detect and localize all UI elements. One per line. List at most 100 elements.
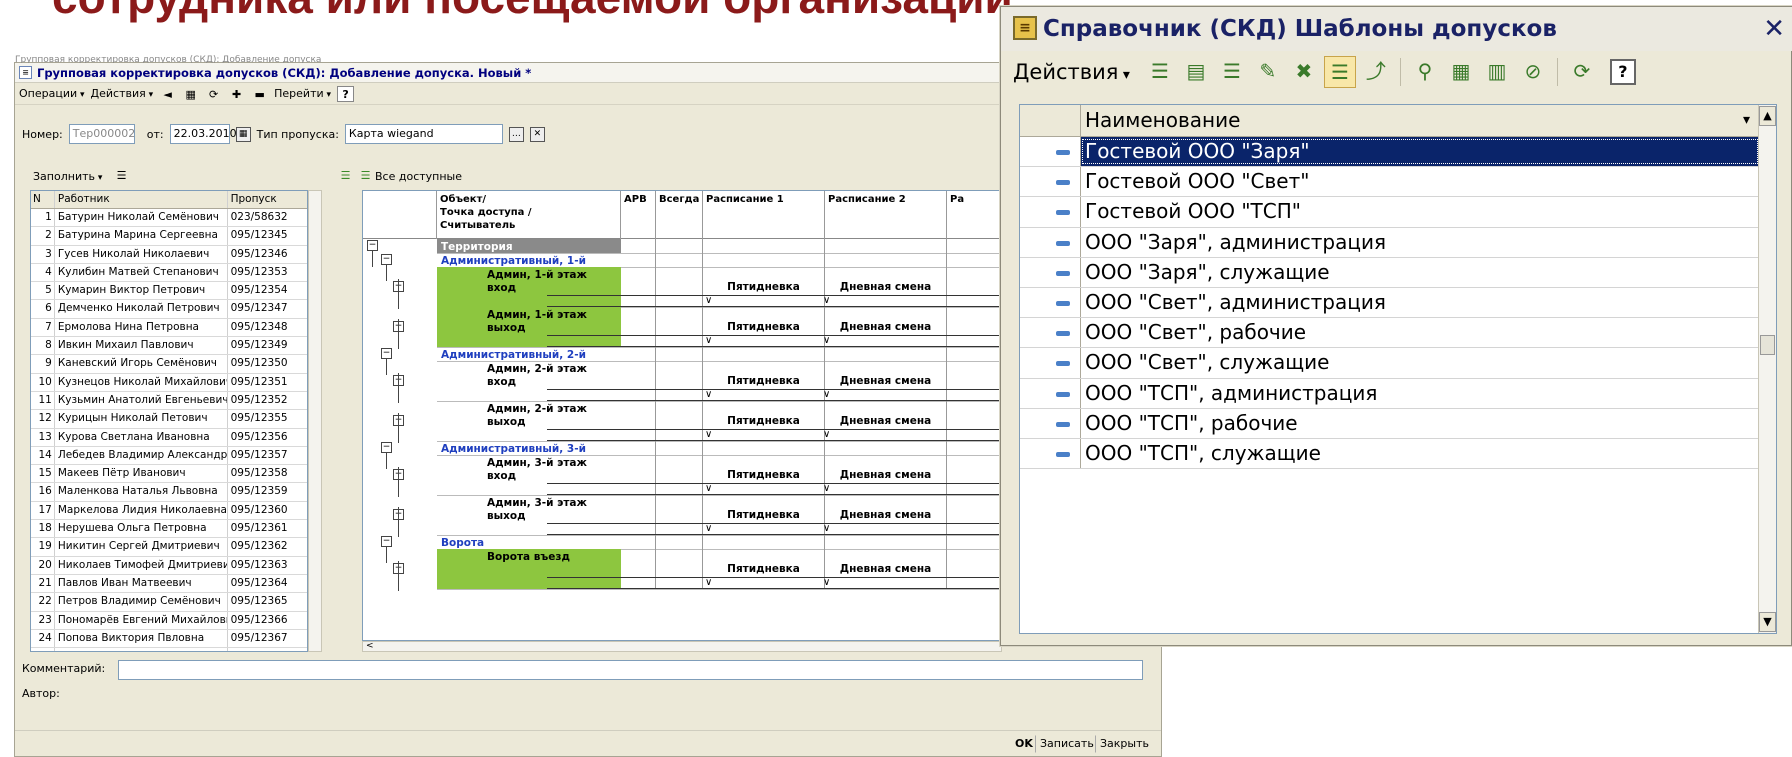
tree-toggle-icon[interactable]: − <box>367 240 378 251</box>
expand-all-icon[interactable]: ☰ <box>357 167 374 183</box>
employee-row[interactable]: 2 Батурина Марина Сергеевна 095/12345 <box>31 227 307 246</box>
access-cell[interactable] <box>703 239 825 253</box>
access-cell[interactable] <box>703 535 825 549</box>
access-row[interactable]: Административный, 2-й <box>437 347 1001 361</box>
col-employee-header[interactable]: Работник <box>55 191 228 208</box>
col-name-header[interactable]: Наименование <box>1080 105 1760 137</box>
filter-by-value-icon[interactable]: ▦ <box>1445 56 1477 88</box>
calendar-icon[interactable]: ▦ <box>235 126 251 142</box>
schedule-subrow[interactable]: ∨ ∨ <box>547 335 1001 347</box>
template-row[interactable]: ООО "ТСП", администрация <box>1020 378 1760 409</box>
col-n-header[interactable]: N <box>31 191 55 208</box>
template-row[interactable]: Гостевой ООО "Заря" <box>1020 137 1760 168</box>
schedule-subrow[interactable]: ∨ ∨ <box>547 483 1001 495</box>
template-row[interactable]: ООО "ТСП", служащие <box>1020 439 1760 470</box>
access-cell[interactable] <box>947 441 1001 455</box>
employees-scrollbar[interactable] <box>308 190 322 652</box>
delete-icon[interactable]: ✖ <box>1288 56 1320 88</box>
template-row[interactable]: ООО "ТСП", рабочие <box>1020 408 1760 439</box>
access-cell[interactable] <box>621 535 656 549</box>
schedule-subrow[interactable]: ∨ ∨ <box>547 577 1001 589</box>
employee-row[interactable]: 10 Кузнецов Николай Михайлович 095/12351 <box>31 373 307 392</box>
help-icon[interactable]: ? <box>337 85 355 102</box>
employee-row[interactable]: 4 Кулибин Матвей Степанович 095/12353 <box>31 263 307 283</box>
employee-row[interactable]: 18 Нерушева Ольга Петровна 095/12361 <box>31 520 307 539</box>
level-up-icon[interactable]: ⤴ <box>1360 56 1392 88</box>
employee-row[interactable]: 13 Курова Светлана Ивановна 095/12356 <box>31 428 307 447</box>
tree-toggle-icon[interactable]: − <box>381 348 392 359</box>
unpost-icon[interactable]: ▬ <box>251 86 268 102</box>
employee-row[interactable]: 24 Попова Виктория Пвловна 095/12367 <box>31 629 307 649</box>
filter-icon[interactable]: ⚲ <box>1409 56 1441 88</box>
employee-row[interactable]: 17 Маркелова Лидия Николаевна 095/12360 <box>31 501 307 521</box>
col-schedule1-header[interactable]: Расписание 1 <box>703 191 825 239</box>
dropdown-arrow-icon[interactable]: ∨ <box>823 429 830 440</box>
employee-row[interactable]: 6 Демченко Николай Петрович 095/12347 <box>31 300 307 319</box>
dropdown-arrow-icon[interactable]: ∨ <box>823 483 830 494</box>
refresh-icon[interactable]: ⟳ <box>1566 56 1598 88</box>
template-row[interactable]: Гостевой ООО "Свет" <box>1020 167 1760 198</box>
access-cell[interactable] <box>621 347 656 361</box>
number-field[interactable]: Теp000002 <box>68 124 135 144</box>
template-row[interactable]: ООО "Заря", служащие <box>1020 257 1760 288</box>
employee-row[interactable]: 5 Кумарин Виктор Петрович 095/12354 <box>31 282 307 301</box>
col-apb-header[interactable]: АРВ <box>621 191 656 239</box>
template-row[interactable]: ООО "Свет", администрация <box>1020 288 1760 319</box>
employee-row[interactable]: 12 Курицын Николай Петович 095/12355 <box>31 410 307 429</box>
dropdown-arrow-icon[interactable]: ∨ <box>823 295 830 306</box>
comment-field[interactable] <box>118 660 1143 680</box>
scroll-thumb[interactable] <box>1760 335 1775 355</box>
employee-row[interactable]: 11 Кузьмин Анатолий Евгеньевич 095/12352 <box>31 391 307 411</box>
dropdown-arrow-icon[interactable]: ∨ <box>823 577 830 588</box>
access-cell[interactable] <box>656 441 703 455</box>
employee-row[interactable]: 1 Батурин Николай Семёнович 023/58632 <box>31 209 307 228</box>
pass-type-field[interactable]: Карта wiegand <box>344 124 503 144</box>
employee-row[interactable]: 23 Пономарёв Евгений Михайлович 095/12366 <box>31 611 307 630</box>
template-row[interactable]: Гостевой ООО "ТСП" <box>1020 197 1760 228</box>
scroll-up-icon[interactable]: ▲ <box>1759 106 1776 126</box>
dropdown-arrow-icon[interactable]: ∨ <box>705 295 712 306</box>
tree-toggle-icon[interactable]: − <box>381 254 392 265</box>
access-cell[interactable] <box>825 253 947 267</box>
template-row[interactable]: ООО "Заря", администрация <box>1020 227 1760 258</box>
check-all-icon[interactable]: ☰ <box>337 167 354 183</box>
access-cell[interactable] <box>621 441 656 455</box>
access-cell[interactable] <box>947 535 1001 549</box>
access-cell[interactable] <box>825 347 947 361</box>
access-cell[interactable] <box>656 239 703 253</box>
access-cell[interactable] <box>825 535 947 549</box>
refresh-icon[interactable]: ⟳ <box>205 86 222 102</box>
access-cell[interactable] <box>947 347 1001 361</box>
access-cell[interactable] <box>621 253 656 267</box>
col-schedule3-header[interactable]: Ра <box>947 191 1001 239</box>
ok-button[interactable]: OK <box>1010 735 1038 753</box>
help-icon[interactable]: ? <box>1609 59 1636 85</box>
employee-row[interactable]: 25Сергеева Вера Петровна095/12368 <box>31 648 307 651</box>
access-cell[interactable] <box>703 347 825 361</box>
access-cell[interactable] <box>947 253 1001 267</box>
menu-operations[interactable]: Операции <box>19 87 85 100</box>
menu-actions[interactable]: Действия <box>91 87 154 100</box>
dropdown-arrow-icon[interactable]: ∨ <box>705 389 712 400</box>
employee-row[interactable]: 7 Ермолова Нина Петровна 095/12348 <box>31 318 307 338</box>
dropdown-arrow-icon[interactable]: ∨ <box>705 483 712 494</box>
hierarchy-icon[interactable]: ☰ <box>1323 56 1356 88</box>
list-icon[interactable]: ▦ <box>182 86 199 102</box>
employee-row[interactable]: 16 Маленкова Наталья Львовна 095/12359 <box>31 483 307 502</box>
access-cell[interactable] <box>656 347 703 361</box>
matrix-hscroll[interactable]: < <box>362 641 1002 652</box>
template-row[interactable]: ООО "Свет", рабочие <box>1020 318 1760 349</box>
back-icon[interactable]: ◄ <box>159 86 176 102</box>
close-icon[interactable]: ✕ <box>1763 7 1785 51</box>
scroll-down-icon[interactable]: ▼ <box>1759 612 1776 632</box>
col-object-header[interactable]: Объект/ Точка доступа / Считыватель <box>437 191 621 239</box>
employee-row[interactable]: 19 Никитин Сергей Дмитриевич 095/12362 <box>31 538 307 557</box>
copy-icon[interactable]: ☰ <box>1216 56 1248 88</box>
select-button[interactable]: … <box>508 126 524 142</box>
col-pass-header[interactable]: Пропуск <box>228 191 307 208</box>
employee-row[interactable]: 15 Макеев Пётр Иванович 095/12358 <box>31 465 307 484</box>
filter-history-icon[interactable]: ▥ <box>1481 56 1513 88</box>
edit-icon[interactable]: ✎ <box>1252 56 1284 88</box>
col-schedule2-header[interactable]: Расписание 2 <box>825 191 947 239</box>
post-icon[interactable]: ✚ <box>228 86 245 102</box>
